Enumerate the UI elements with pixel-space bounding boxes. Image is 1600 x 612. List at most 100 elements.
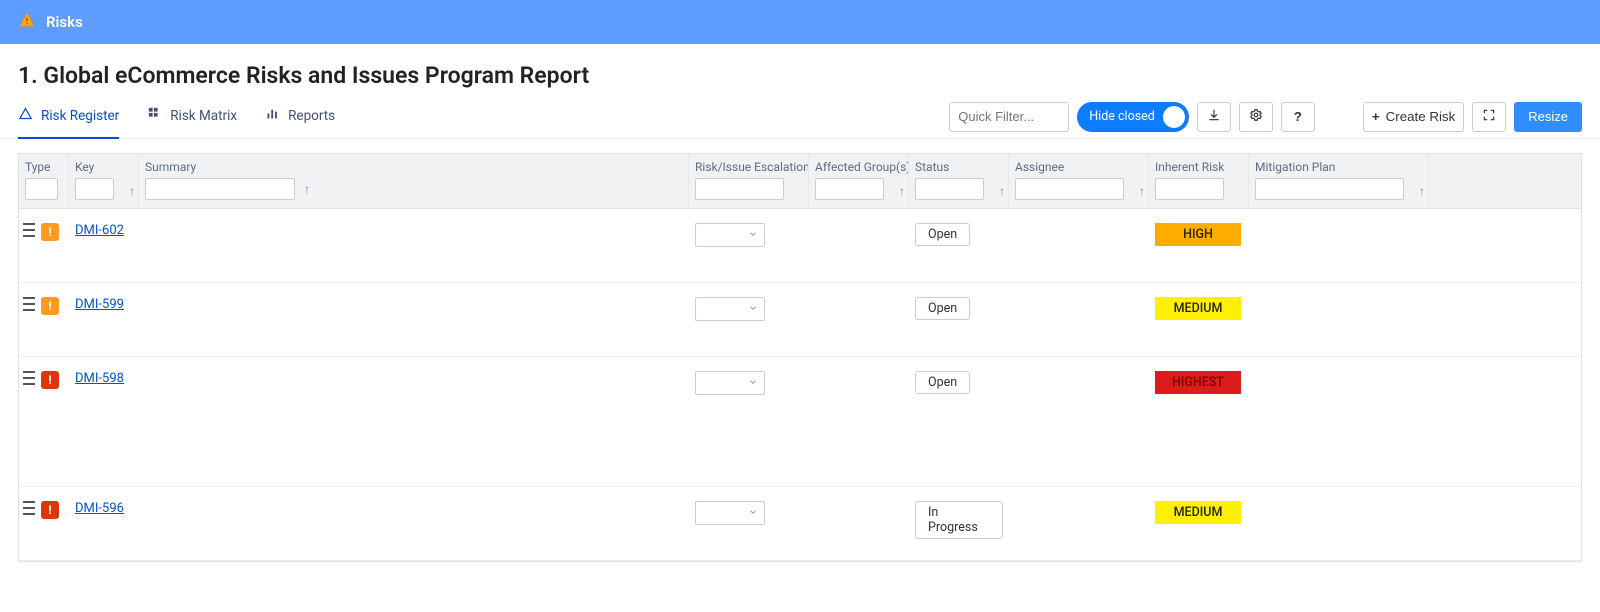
escalation-select[interactable]: [695, 371, 765, 395]
issue-key-link[interactable]: DMI-599: [75, 297, 124, 312]
col-affected[interactable]: Affected Group(s) ↑: [809, 154, 909, 208]
summary-cell: [139, 295, 689, 299]
settings-button[interactable]: [1239, 102, 1273, 132]
col-key[interactable]: Key ↑: [69, 154, 139, 208]
tab-label: Risk Register: [41, 108, 119, 124]
filter-mitigation[interactable]: [1255, 178, 1404, 200]
filter-assignee[interactable]: [1015, 178, 1124, 200]
gutter-cell: [1429, 499, 1469, 503]
gutter-cell: [1429, 369, 1469, 373]
affected-cell: [809, 295, 909, 299]
issue-type-icon: !: [41, 371, 59, 389]
download-icon: [1207, 108, 1221, 125]
gear-icon: [1249, 108, 1263, 125]
drag-handle-icon[interactable]: [23, 371, 35, 385]
assignee-cell: [1009, 221, 1149, 225]
col-mitigation[interactable]: Mitigation Plan ↑: [1249, 154, 1429, 208]
tab-reports[interactable]: Reports: [265, 95, 335, 139]
sort-arrow-icon[interactable]: ↑: [1419, 184, 1425, 198]
inherent-risk-badge: HIGHEST: [1155, 371, 1241, 394]
issue-key-link[interactable]: DMI-598: [75, 371, 124, 386]
col-summary[interactable]: Summary ↑: [139, 154, 689, 208]
sort-arrow-icon[interactable]: ↑: [899, 184, 905, 198]
status-badge[interactable]: Open: [915, 223, 970, 246]
drag-handle-icon[interactable]: [23, 501, 35, 515]
status-badge[interactable]: Open: [915, 297, 970, 320]
col-type[interactable]: Type: [19, 154, 69, 208]
toolbar: Risk Register Risk Matrix Reports Hide c…: [0, 95, 1600, 139]
expand-icon: [1482, 108, 1496, 125]
escalation-select[interactable]: [695, 297, 765, 321]
issue-type-icon: !: [41, 297, 59, 315]
sort-arrow-icon[interactable]: ↑: [999, 184, 1005, 198]
table-row: ! DMI-596 In Progress MEDIUM: [19, 487, 1581, 561]
plus-icon: +: [1372, 109, 1380, 124]
table-row: ! DMI-598 Open HIGHEST: [19, 357, 1581, 487]
summary-cell: [139, 499, 689, 503]
page-title: 1. Global eCommerce Risks and Issues Pro…: [18, 62, 1600, 89]
filter-summary[interactable]: [145, 178, 295, 200]
assignee-cell: [1009, 369, 1149, 373]
grid-header: Type Key ↑ Summary ↑ Risk/Issue Escalati…: [19, 154, 1581, 209]
assignee-cell: [1009, 295, 1149, 299]
mitigation-cell: [1249, 499, 1429, 503]
tab-label: Risk Matrix: [170, 108, 237, 124]
status-badge[interactable]: Open: [915, 371, 970, 394]
download-button[interactable]: [1197, 102, 1231, 132]
resize-button[interactable]: Resize: [1514, 102, 1582, 132]
drag-handle-icon[interactable]: [23, 223, 35, 237]
filter-key[interactable]: [75, 178, 114, 200]
escalation-select[interactable]: [695, 501, 765, 525]
col-status[interactable]: Status ↑: [909, 154, 1009, 208]
tabs: Risk Register Risk Matrix Reports: [18, 95, 941, 139]
filter-inherent[interactable]: [1155, 178, 1224, 200]
affected-cell: [809, 221, 909, 225]
page-banner: Risks: [0, 0, 1600, 44]
col-escalation[interactable]: Risk/Issue Escalation Level: [689, 154, 809, 208]
table-row: ! DMI-599 Open MEDIUM: [19, 283, 1581, 357]
filter-status[interactable]: [915, 178, 984, 200]
issue-key-link[interactable]: DMI-596: [75, 501, 124, 516]
sort-arrow-icon[interactable]: ↑: [129, 184, 135, 198]
tab-risk-register[interactable]: Risk Register: [18, 95, 119, 139]
issue-key-link[interactable]: DMI-602: [75, 223, 124, 238]
affected-cell: [809, 499, 909, 503]
quick-filter-input[interactable]: [949, 102, 1069, 132]
mitigation-cell: [1249, 295, 1429, 299]
banner-title: Risks: [46, 13, 83, 31]
filter-escalation[interactable]: [695, 178, 784, 200]
filter-affected[interactable]: [815, 178, 884, 200]
create-risk-label: Create Risk: [1386, 109, 1456, 124]
summary-cell: [139, 369, 689, 373]
tab-risk-matrix[interactable]: Risk Matrix: [147, 95, 237, 139]
toggle-label: Hide closed: [1089, 109, 1155, 124]
status-badge[interactable]: In Progress: [915, 501, 1003, 539]
chevron-down-icon: [748, 228, 758, 243]
chevron-down-icon: [748, 376, 758, 391]
col-assignee[interactable]: Assignee ↑: [1009, 154, 1149, 208]
triangle-warning-icon: [18, 106, 33, 125]
question-icon: ?: [1294, 109, 1302, 124]
col-inherent[interactable]: Inherent Risk: [1149, 154, 1249, 208]
col-scroll-gutter: [1429, 154, 1469, 168]
issue-type-icon: !: [41, 501, 59, 519]
grid-body: ! DMI-602 Open HIGH ! DMI-599: [19, 209, 1581, 561]
gutter-cell: [1429, 221, 1469, 225]
inherent-risk-badge: HIGH: [1155, 223, 1241, 246]
filter-type[interactable]: [25, 178, 58, 200]
drag-handle-icon[interactable]: [23, 297, 35, 311]
chevron-down-icon: [748, 506, 758, 521]
sort-arrow-icon[interactable]: ↑: [304, 182, 310, 196]
help-button[interactable]: ?: [1281, 102, 1315, 132]
sort-arrow-icon[interactable]: ↑: [1139, 184, 1145, 198]
grid-icon: [147, 106, 162, 125]
hide-closed-toggle[interactable]: Hide closed: [1077, 102, 1189, 132]
fullscreen-button[interactable]: [1472, 102, 1506, 132]
escalation-select[interactable]: [695, 223, 765, 247]
chevron-down-icon: [748, 302, 758, 317]
toggle-knob: [1163, 106, 1185, 128]
risk-grid: Type Key ↑ Summary ↑ Risk/Issue Escalati…: [18, 153, 1582, 562]
create-risk-button[interactable]: + Create Risk: [1363, 102, 1464, 132]
issue-type-icon: !: [41, 223, 59, 241]
inherent-risk-badge: MEDIUM: [1155, 297, 1241, 320]
